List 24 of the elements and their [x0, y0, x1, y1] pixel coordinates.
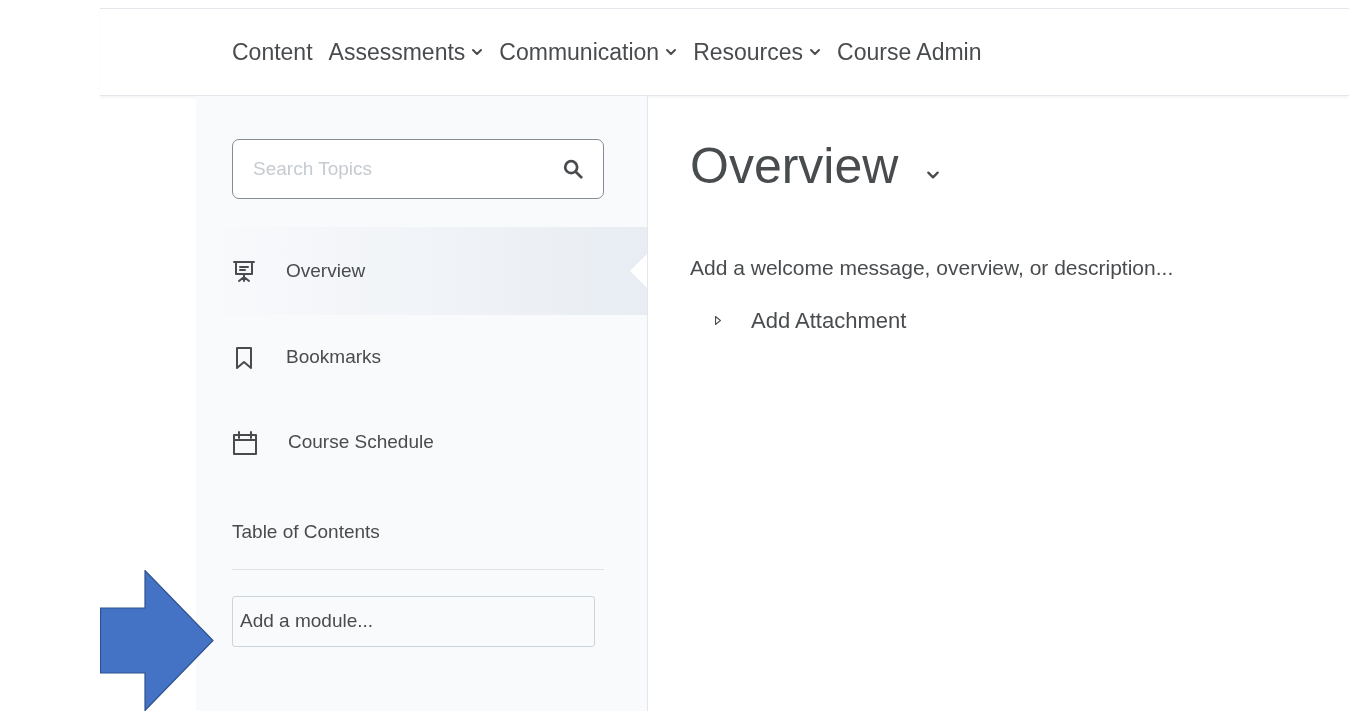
chevron-down-icon	[471, 48, 484, 56]
search-icon[interactable]	[562, 158, 584, 180]
sidebar-item-label: Bookmarks	[286, 345, 382, 370]
welcome-description[interactable]: Add a welcome message, overview, or description...	[690, 252, 1174, 284]
add-module-field[interactable]: Add a module...	[232, 595, 595, 647]
sidebar-item[interactable]: Bookmarks	[196, 315, 647, 400]
sidebar-item-label: Overview	[286, 258, 366, 283]
chevron-down-icon	[809, 48, 822, 56]
sidebar-item[interactable]: Course Schedule	[196, 400, 647, 485]
nav-menu-item[interactable]: Communication	[499, 34, 678, 70]
nav-menu-item[interactable]: Resources	[693, 34, 822, 70]
triangle-right-icon	[715, 315, 721, 325]
calendar-icon	[232, 429, 258, 456]
chevron-down-icon	[926, 170, 941, 180]
sidebar-item-label: Course Schedule	[288, 430, 434, 455]
chevron-down-icon	[665, 48, 678, 56]
add-attachment-link[interactable]: Add Attachment	[751, 303, 907, 337]
nav-menu-item[interactable]: Course Admin	[837, 34, 982, 70]
presentation-board-icon	[232, 259, 256, 283]
search-field[interactable]: Search Topics	[232, 139, 604, 199]
nav-menu-item[interactable]: Content	[232, 34, 313, 70]
page-title: Overview	[690, 137, 899, 196]
table-of-contents-heading: Table of Contents	[232, 520, 381, 544]
nav-menu-item[interactable]: Assessments	[328, 34, 484, 70]
